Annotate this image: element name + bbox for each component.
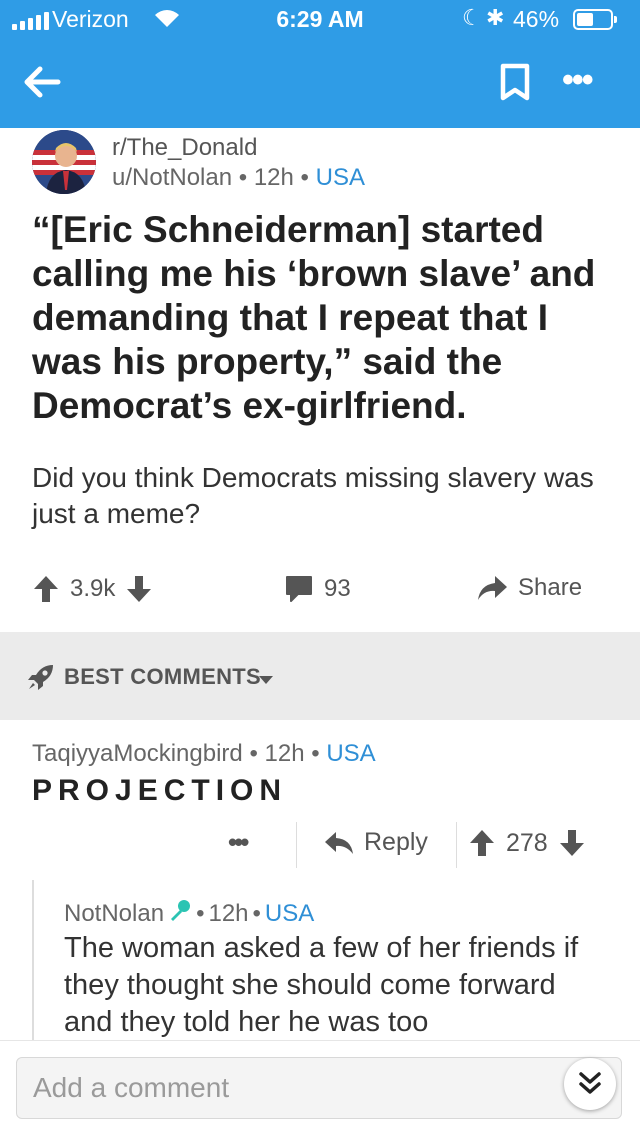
meta-separator: • — [311, 740, 327, 767]
reply-arrow-icon — [324, 830, 354, 856]
upvote-icon[interactable] — [32, 574, 60, 604]
downvote-icon[interactable] — [558, 828, 586, 858]
reply-label: Reply — [364, 828, 428, 856]
post-meta: u/NotNolan • 12h • USA — [112, 164, 365, 192]
comments-button[interactable]: 93 — [284, 574, 351, 604]
reply-body: The woman asked a few of her friends if … — [64, 932, 579, 1038]
comment-body: PROJECTION — [32, 774, 288, 807]
reply-age: 12h — [208, 899, 249, 927]
comment-composer — [0, 1040, 640, 1137]
user-flair: USA — [315, 164, 365, 191]
comment-sort-bar[interactable]: BEST COMMENTS — [0, 632, 640, 720]
post-score: 3.9k — [70, 575, 116, 602]
vote-group: 3.9k — [32, 574, 153, 604]
meta-separator: • — [249, 740, 265, 767]
post-age: 12h — [253, 164, 294, 191]
share-button[interactable]: Share — [476, 574, 582, 602]
comment-actions: ••• Reply 278 — [0, 820, 640, 870]
meta-separator: • — [252, 899, 261, 927]
comment-age: 12h — [264, 740, 305, 767]
upvote-icon[interactable] — [468, 828, 496, 858]
comment-count: 93 — [324, 575, 351, 602]
subreddit-name[interactable]: r/The_Donald — [112, 134, 257, 162]
comment-vote-group: 278 — [468, 828, 586, 858]
comment-more-icon[interactable]: ••• — [228, 829, 249, 855]
comment-meta: TaqiyyaMockingbird • 12h • USA — [32, 740, 376, 768]
meta-separator: • — [196, 899, 205, 927]
moon-icon: ☾ — [462, 5, 482, 30]
microphone-icon — [168, 898, 192, 929]
divider — [296, 822, 297, 868]
post-title: “[Eric Schneiderman] started calling me … — [32, 209, 596, 426]
add-comment-input[interactable] — [16, 1057, 622, 1119]
divider — [456, 822, 457, 868]
bluetooth-icon: ✱ — [486, 5, 505, 30]
user-flair: USA — [326, 740, 376, 767]
bookmark-icon[interactable] — [498, 62, 532, 102]
rocket-icon — [26, 662, 56, 697]
reply-button[interactable]: Reply — [324, 828, 428, 857]
reply-meta: NotNolan • 12h • USA — [64, 898, 314, 929]
post-actions: 3.9k 93 Share — [0, 566, 640, 618]
app-header: Verizon 6:29 AM ☾ ✱ 46% ••• — [0, 0, 640, 128]
comment-bubble-icon — [284, 574, 314, 604]
share-arrow-icon — [476, 574, 508, 602]
status-bar: Verizon 6:29 AM ☾ ✱ 46% — [0, 0, 640, 40]
chevron-down-icon — [258, 672, 274, 690]
comment-score: 278 — [506, 828, 548, 857]
user-flair: USA — [264, 899, 315, 927]
more-options-icon[interactable]: ••• — [562, 63, 594, 97]
downvote-icon[interactable] — [125, 574, 153, 604]
meta-separator: • — [238, 164, 254, 191]
meta-separator: • — [300, 164, 316, 191]
post-body: Did you think Democrats missing slavery … — [32, 462, 594, 529]
thread-line — [32, 880, 34, 1040]
reply-author[interactable]: NotNolan — [64, 900, 164, 928]
subreddit-avatar[interactable] — [32, 130, 96, 194]
share-label: Share — [518, 574, 583, 601]
battery-icon — [573, 9, 617, 30]
post-author[interactable]: u/NotNolan — [112, 164, 232, 191]
sort-label: BEST COMMENTS — [64, 664, 262, 689]
comment-author[interactable]: TaqiyyaMockingbird — [32, 740, 243, 767]
back-arrow-icon[interactable] — [18, 58, 66, 106]
jump-next-button[interactable] — [564, 1058, 616, 1110]
battery-percent: 46% — [513, 6, 560, 32]
